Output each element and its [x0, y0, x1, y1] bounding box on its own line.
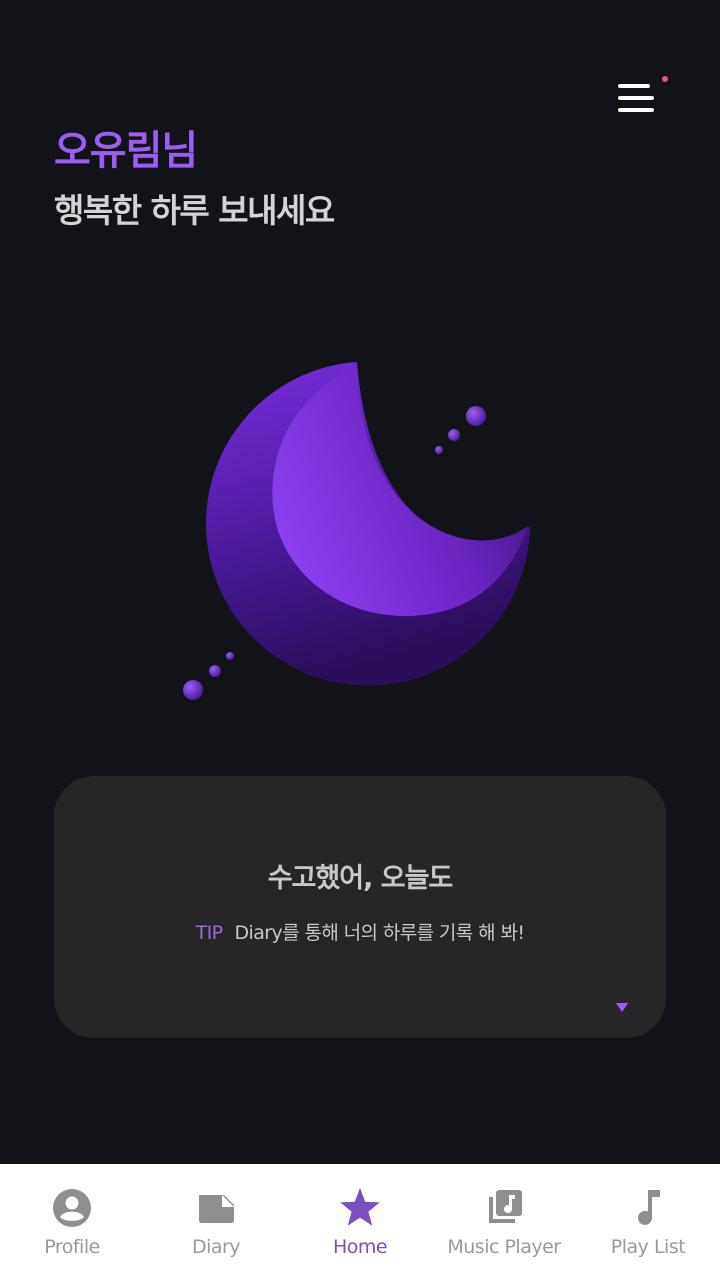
card-title: 수고했어, 오늘도 [267, 863, 454, 894]
tab-label: Play List [610, 1236, 686, 1258]
diary-icon [199, 1195, 234, 1223]
crescent-moon-illustration [170, 350, 550, 720]
profile-icon [53, 1189, 91, 1227]
star-icon [340, 1188, 380, 1226]
tab-diary[interactable]: Diary [144, 1164, 288, 1280]
home-screen: 오유림님 행복한 하루 보내세요 수고했어, 오늘도 TIP Diary를 통해… [0, 0, 720, 1280]
tip-label: TIP [195, 922, 223, 944]
tab-play-list[interactable]: Play List [576, 1164, 720, 1280]
music-library-icon [489, 1190, 522, 1223]
caret-down-icon [616, 1003, 628, 1012]
user-name: 오유림님 [54, 128, 198, 174]
tab-label: Profile [44, 1236, 100, 1258]
bottom-tab-bar: Profile Diary Home Music Player Play Lis… [0, 1164, 720, 1280]
tip-text: Diary를 통해 너의 하루를 기록 해 봐! [234, 922, 525, 944]
tab-label: Diary [191, 1236, 241, 1258]
menu-icon [618, 76, 668, 112]
music-note-icon [638, 1190, 660, 1225]
menu-button[interactable] [612, 76, 672, 120]
tab-label: Home [332, 1236, 388, 1258]
tab-home[interactable]: Home [288, 1164, 432, 1280]
card-expand-button[interactable] [610, 998, 634, 1016]
greeting-subtitle: 행복한 하루 보내세요 [54, 191, 335, 230]
tab-profile[interactable]: Profile [0, 1164, 144, 1280]
tab-label: Music Player [447, 1236, 561, 1258]
message-card: 수고했어, 오늘도 TIP Diary를 통해 너의 하루를 기록 해 봐! [54, 776, 666, 1038]
notification-dot-icon [662, 76, 668, 82]
card-tip: TIP Diary를 통해 너의 하루를 기록 해 봐! [54, 918, 666, 945]
tab-music-player[interactable]: Music Player [432, 1164, 576, 1280]
